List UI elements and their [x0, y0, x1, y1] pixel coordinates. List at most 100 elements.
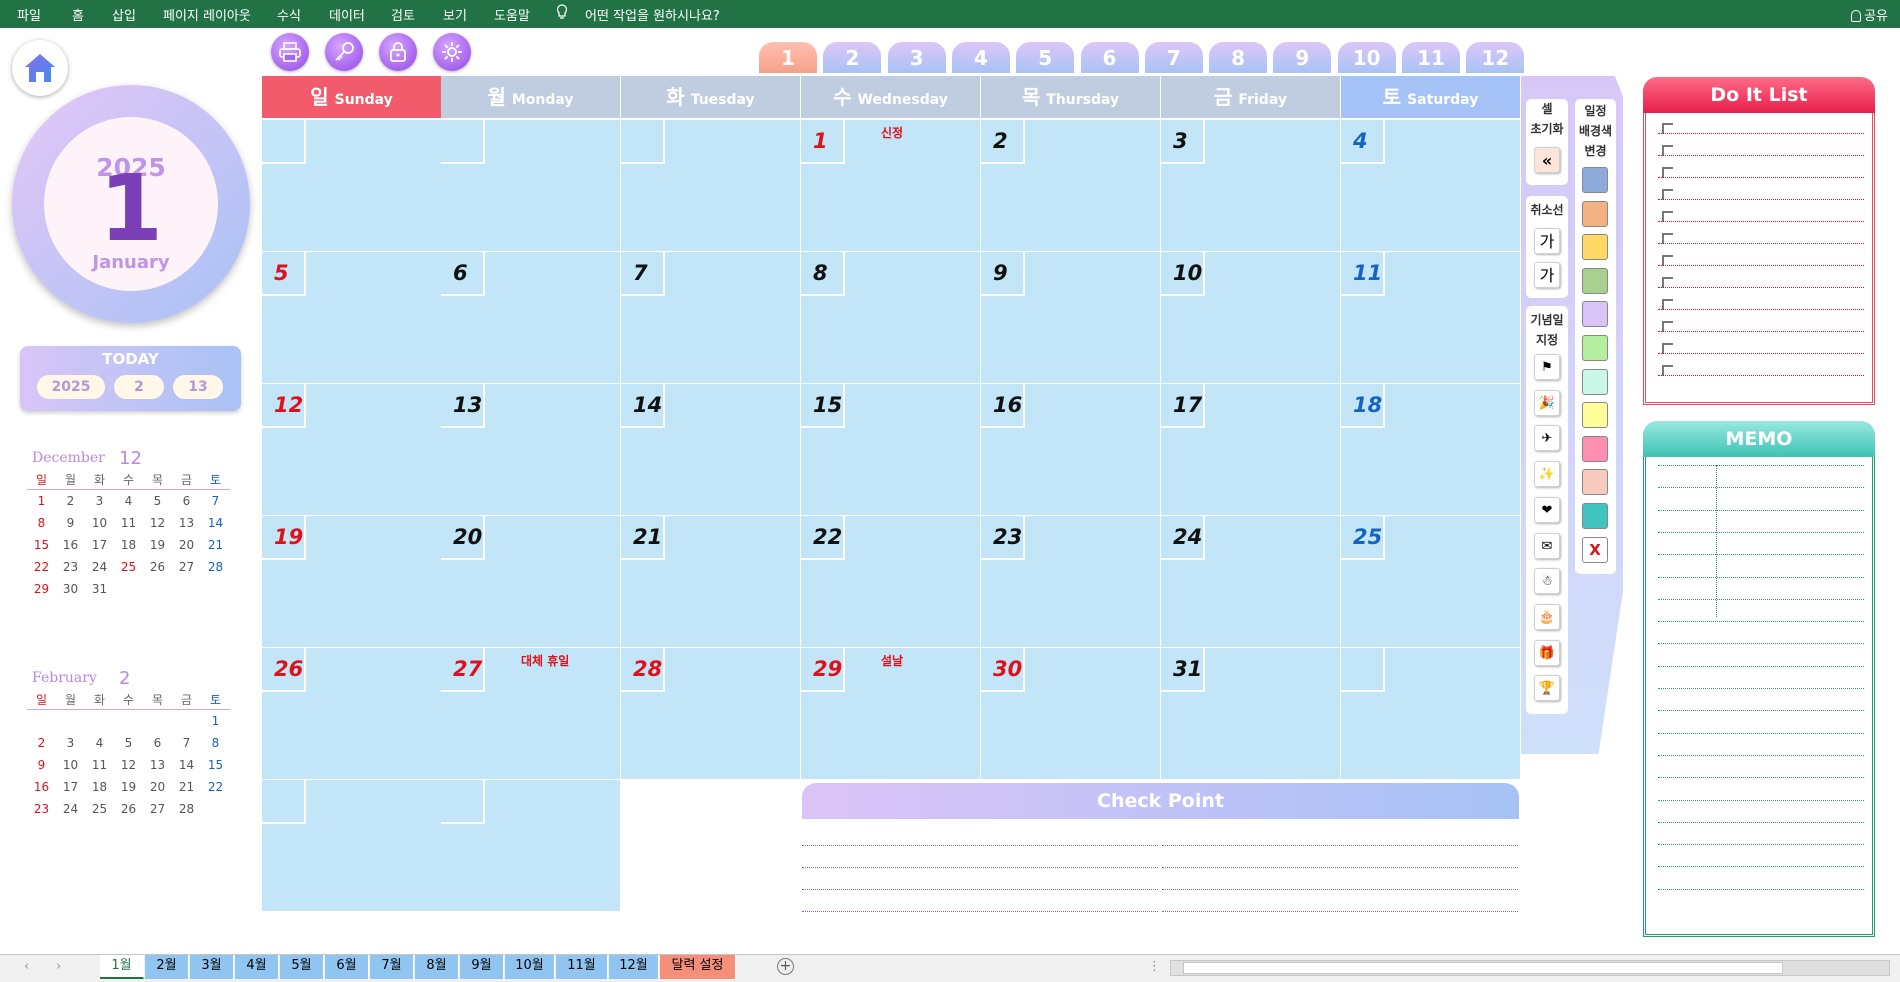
- check-point-line[interactable]: [1162, 867, 1518, 868]
- strike-on-button[interactable]: 가: [1534, 228, 1560, 254]
- color-swatch[interactable]: [1582, 301, 1608, 328]
- anniversary-icon-button[interactable]: 🎂: [1534, 603, 1560, 630]
- key-button[interactable]: [325, 33, 363, 71]
- do-it-line[interactable]: [1658, 199, 1864, 200]
- month-tab-4[interactable]: 4: [951, 42, 1010, 73]
- month-tab-5[interactable]: 5: [1016, 42, 1075, 73]
- check-point-line[interactable]: [1162, 911, 1518, 912]
- settings-button[interactable]: [433, 33, 471, 71]
- anniversary-icon-button[interactable]: ☃: [1534, 568, 1560, 595]
- check-point-line[interactable]: [802, 867, 1158, 868]
- check-point-line[interactable]: [802, 911, 1158, 912]
- memo-line[interactable]: [1658, 688, 1864, 689]
- month-tab-12[interactable]: 12: [1466, 42, 1525, 73]
- memo-line[interactable]: [1658, 777, 1864, 779]
- memo-line[interactable]: [1658, 665, 1864, 667]
- strike-off-button[interactable]: 가: [1534, 262, 1560, 288]
- do-it-line[interactable]: [1658, 265, 1864, 266]
- sheet-tab[interactable]: 11월: [556, 955, 608, 979]
- memo-line[interactable]: [1658, 799, 1864, 801]
- day-cell[interactable]: 12: [262, 384, 441, 515]
- check-point-line[interactable]: [1162, 845, 1518, 846]
- month-tab-8[interactable]: 8: [1209, 42, 1268, 73]
- day-cell[interactable]: 24: [1161, 516, 1340, 647]
- menu-file[interactable]: 파일: [17, 5, 41, 24]
- day-cell[interactable]: 5: [262, 252, 441, 383]
- day-cell[interactable]: 18: [1341, 384, 1520, 515]
- day-cell[interactable]: 19: [262, 516, 441, 647]
- sheet-tab[interactable]: 10월: [505, 955, 555, 979]
- day-cell[interactable]: 3: [1161, 120, 1340, 251]
- reset-cell-button[interactable]: «: [1534, 147, 1560, 173]
- day-cell[interactable]: 6: [441, 252, 620, 383]
- scroll-right-icon[interactable]: ›: [56, 959, 61, 974]
- do-it-line[interactable]: [1658, 133, 1864, 134]
- memo-line[interactable]: [1658, 888, 1864, 890]
- day-cell[interactable]: 8: [801, 252, 980, 383]
- day-cell[interactable]: 2: [981, 120, 1160, 251]
- day-cell[interactable]: [441, 120, 620, 251]
- sheet-tab[interactable]: 달력 설정: [660, 955, 736, 979]
- color-swatch[interactable]: [1582, 167, 1608, 193]
- sheet-tab[interactable]: 7월: [370, 955, 414, 979]
- print-button[interactable]: [271, 33, 309, 71]
- scrollbar-thumb[interactable]: [1183, 962, 1783, 974]
- menu-page-layout[interactable]: 페이지 레이아웃: [163, 5, 251, 24]
- memo-line[interactable]: [1658, 554, 1864, 556]
- day-cell[interactable]: 22: [801, 516, 980, 647]
- color-swatch[interactable]: [1582, 469, 1608, 496]
- anniversary-icon-button[interactable]: 🎁: [1534, 639, 1560, 666]
- add-sheet-icon[interactable]: +: [777, 958, 794, 975]
- check-point-line[interactable]: [802, 889, 1158, 890]
- menu-data[interactable]: 데이터: [329, 5, 365, 24]
- day-cell[interactable]: 11: [1341, 252, 1520, 383]
- day-cell[interactable]: 31: [1161, 648, 1340, 779]
- memo-line[interactable]: [1658, 621, 1864, 623]
- sheet-tab[interactable]: 1월: [100, 955, 144, 979]
- do-it-line[interactable]: [1658, 177, 1864, 178]
- anniversary-icon-button[interactable]: ✈: [1534, 425, 1560, 452]
- month-tab-9[interactable]: 9: [1273, 42, 1332, 73]
- check-point-line[interactable]: [1162, 889, 1518, 890]
- share-button[interactable]: 공유: [1851, 5, 1888, 24]
- day-cell[interactable]: 25: [1341, 516, 1520, 647]
- memo-line[interactable]: [1658, 710, 1864, 712]
- tell-me-search[interactable]: 어떤 작업을 원하시나요?: [585, 5, 720, 24]
- do-it-line[interactable]: [1658, 243, 1864, 244]
- memo-line[interactable]: [1658, 487, 1864, 489]
- color-swatch[interactable]: [1582, 200, 1608, 227]
- color-swatch[interactable]: [1582, 402, 1608, 429]
- color-swatch[interactable]: [1582, 335, 1608, 361]
- day-cell[interactable]: 4: [1341, 120, 1520, 251]
- sheet-tab[interactable]: 5월: [280, 955, 324, 979]
- day-cell[interactable]: 7: [621, 252, 800, 383]
- color-swatch[interactable]: [1582, 503, 1608, 529]
- menu-review[interactable]: 검토: [391, 5, 415, 24]
- do-it-line[interactable]: [1658, 309, 1864, 310]
- anniversary-icon-button[interactable]: ✨: [1534, 461, 1560, 488]
- anniversary-icon-button[interactable]: ⚑: [1534, 354, 1560, 380]
- memo-line[interactable]: [1658, 509, 1864, 511]
- day-cell[interactable]: 10: [1161, 252, 1340, 383]
- menu-insert[interactable]: 삽입: [112, 5, 136, 24]
- color-swatch[interactable]: [1582, 234, 1608, 261]
- menu-formulas[interactable]: 수식: [277, 5, 301, 24]
- do-it-line[interactable]: [1658, 155, 1864, 156]
- sheet-tab[interactable]: 6월: [325, 955, 369, 979]
- day-cell[interactable]: 30: [981, 648, 1160, 779]
- day-cell[interactable]: [262, 780, 441, 911]
- day-cell[interactable]: [621, 120, 800, 251]
- month-tab-1[interactable]: 1: [759, 42, 817, 73]
- sheet-tab[interactable]: 4월: [235, 955, 279, 979]
- memo-line[interactable]: [1658, 732, 1864, 734]
- day-cell[interactable]: 9: [981, 252, 1160, 383]
- month-tab-6[interactable]: 6: [1080, 42, 1139, 73]
- anniversary-icon-button[interactable]: 🎉: [1534, 389, 1560, 416]
- month-tab-3[interactable]: 3: [887, 42, 946, 73]
- month-tab-11[interactable]: 11: [1402, 42, 1460, 73]
- day-cell[interactable]: 17: [1161, 384, 1340, 515]
- day-cell[interactable]: 27 대체 휴일: [441, 648, 620, 779]
- lock-button[interactable]: [379, 33, 417, 71]
- sheet-tab[interactable]: 8월: [415, 955, 459, 979]
- day-cell[interactable]: [441, 780, 620, 911]
